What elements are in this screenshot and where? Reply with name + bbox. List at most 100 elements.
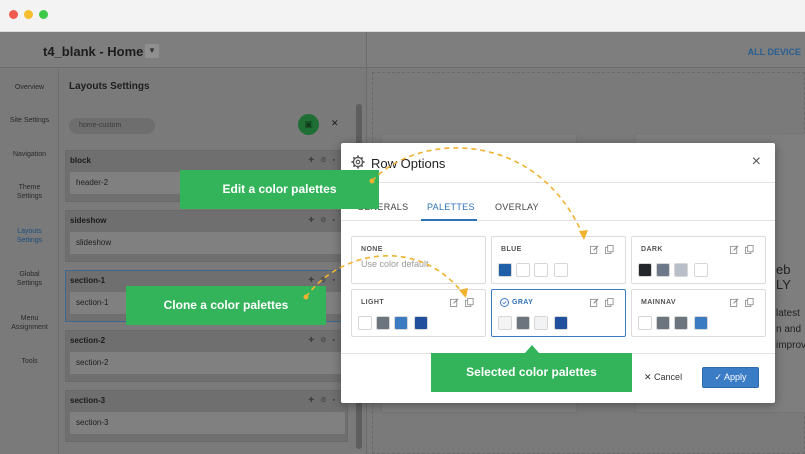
- section-field[interactable]: slideshow: [70, 232, 345, 254]
- top-bar: t4_blank - Home ▼ ALL DEVICE: [0, 32, 805, 68]
- nav-item-theme-settings[interactable]: Theme Settings: [0, 183, 59, 201]
- color-swatch: [638, 263, 652, 277]
- color-swatch: [516, 263, 530, 277]
- palette-name: LIGHT: [361, 299, 384, 306]
- color-swatch: [638, 316, 652, 330]
- close-icon[interactable]: ×: [752, 154, 761, 170]
- close-icon: ✕: [644, 372, 655, 382]
- close-icon[interactable]: ✕: [331, 118, 339, 129]
- nav-item-overview[interactable]: Overview: [0, 83, 59, 92]
- layout-section[interactable]: sideshow ✚⚙▪ slideshow: [65, 210, 348, 262]
- callout-clone: Clone a color palettes: [126, 286, 326, 325]
- color-swatch: [358, 316, 372, 330]
- edit-icon[interactable]: [450, 298, 459, 307]
- cancel-button[interactable]: ✕ Cancel: [644, 372, 682, 383]
- check-icon: ✓: [714, 372, 725, 382]
- gear-icon: [351, 155, 365, 169]
- section-tools-icon[interactable]: ✚⚙▪: [308, 276, 341, 284]
- edit-icon[interactable]: [730, 245, 739, 254]
- apply-button[interactable]: ✓ Apply: [702, 367, 759, 388]
- close-window-dot[interactable]: [9, 10, 18, 19]
- clone-icon[interactable]: [605, 245, 614, 254]
- section-tools-icon[interactable]: ✚⚙▪: [308, 216, 341, 224]
- active-tab-indicator: [421, 219, 477, 221]
- section-tools-icon[interactable]: ✚⚙▪: [308, 396, 341, 404]
- palette-name: NONE: [361, 246, 383, 253]
- site-title: t4_blank - Home: [43, 44, 144, 59]
- section-tools-icon[interactable]: ✚⚙▪: [308, 336, 341, 344]
- clone-icon[interactable]: [465, 298, 474, 307]
- palette-card-blue[interactable]: BLUE: [491, 236, 626, 284]
- section-field[interactable]: section-3: [70, 412, 345, 434]
- nav-item-global-settings[interactable]: Global Settings: [0, 270, 59, 288]
- preview-text: improv: [776, 340, 805, 351]
- save-icon[interactable]: ▣: [298, 114, 319, 135]
- tab-overlay[interactable]: OVERLAY: [495, 202, 539, 212]
- chevron-down-icon[interactable]: ▼: [145, 44, 159, 58]
- clone-icon[interactable]: [745, 298, 754, 307]
- edit-icon[interactable]: [590, 245, 599, 254]
- edit-icon[interactable]: [730, 298, 739, 307]
- maximize-window-dot[interactable]: [39, 10, 48, 19]
- window-titlebar: [0, 0, 805, 32]
- tab-palettes[interactable]: PALETTES: [427, 202, 475, 212]
- layout-section[interactable]: section-2 ✚⚙▪ section-2: [65, 330, 348, 382]
- palette-name: MAINNAV: [641, 299, 676, 306]
- palette-card-none[interactable]: NONE Use color default: [351, 236, 486, 284]
- color-swatch: [498, 263, 512, 277]
- color-swatch: [674, 316, 688, 330]
- color-swatch: [554, 316, 568, 330]
- minimize-window-dot[interactable]: [24, 10, 33, 19]
- preset-select[interactable]: home-custom: [69, 118, 155, 134]
- palette-name: DARK: [641, 246, 663, 253]
- palette-name: GRAY: [512, 299, 534, 306]
- clone-icon[interactable]: [605, 298, 614, 307]
- section-tools-icon[interactable]: ✚⚙▪: [308, 156, 341, 164]
- section-name: section-3: [70, 396, 106, 405]
- color-swatch: [534, 263, 548, 277]
- color-swatch: [656, 316, 670, 330]
- color-swatch: [498, 316, 512, 330]
- nav-item-menu-assignment[interactable]: Menu Assignment: [0, 314, 59, 332]
- preview-text: eb: [776, 262, 791, 277]
- color-swatch: [414, 316, 428, 330]
- color-swatch: [656, 263, 670, 277]
- layout-section[interactable]: section-3 ✚⚙▪ section-3: [65, 390, 348, 442]
- callout-edit: Edit a color palettes: [180, 170, 379, 209]
- palette-card-light[interactable]: LIGHT: [351, 289, 486, 337]
- section-name: section-1: [70, 276, 106, 285]
- palette-default-text: Use color default: [361, 259, 429, 269]
- palette-card-dark[interactable]: DARK: [631, 236, 766, 284]
- color-swatch: [394, 316, 408, 330]
- nav-item-tools[interactable]: Tools: [0, 357, 59, 366]
- edit-icon[interactable]: [590, 298, 599, 307]
- color-swatch: [534, 316, 548, 330]
- color-swatch: [376, 316, 390, 330]
- color-swatch: [694, 263, 708, 277]
- panel-title: Layouts Settings: [69, 81, 150, 92]
- all-devices-link[interactable]: ALL DEVICE: [748, 47, 801, 57]
- modal-title: Row Options: [371, 156, 446, 171]
- nav-item-site-settings[interactable]: Site Settings: [0, 116, 59, 125]
- color-swatch: [516, 316, 530, 330]
- preview-text: n and: [776, 324, 802, 335]
- side-nav: Overview Site Settings Navigation Theme …: [0, 69, 59, 454]
- nav-item-layouts-settings[interactable]: Layouts Settings: [0, 227, 59, 245]
- preview-text: LY: [776, 277, 791, 292]
- modal-header: Row Options ×: [341, 143, 775, 183]
- nav-item-navigation[interactable]: Navigation: [0, 150, 59, 159]
- layouts-panel: Layouts Settings home-custom ▣ ✕ block ✚…: [60, 69, 366, 454]
- section-name: sideshow: [70, 216, 107, 225]
- clone-icon[interactable]: [745, 245, 754, 254]
- color-swatch: [694, 316, 708, 330]
- section-name: block: [70, 156, 91, 165]
- preview-text: latest: [776, 308, 800, 319]
- palette-card-gray[interactable]: GRAY: [491, 289, 626, 337]
- section-field[interactable]: section-2: [70, 352, 345, 374]
- color-swatch: [554, 263, 568, 277]
- palette-name: BLUE: [501, 246, 522, 253]
- palette-card-mainnav[interactable]: MAINNAV: [631, 289, 766, 337]
- color-swatch: [674, 263, 688, 277]
- modal-tabs: GENERALS PALETTES OVERLAY: [341, 183, 775, 221]
- callout-selected: Selected color palettes: [431, 353, 632, 392]
